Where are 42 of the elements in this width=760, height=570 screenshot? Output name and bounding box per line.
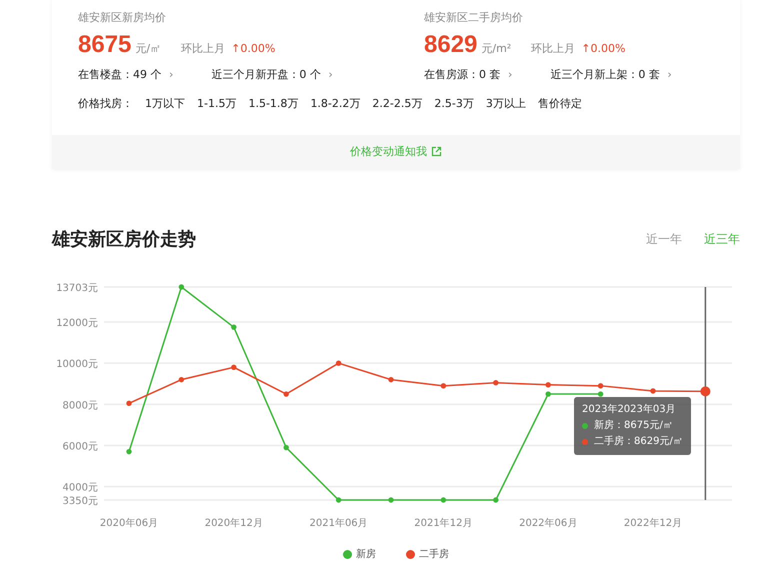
y-axis-label: 10000元 (56, 359, 98, 370)
average-price: 8675 (78, 31, 132, 59)
price-range-link[interactable]: 2.5-3万 (434, 96, 474, 111)
tooltip-value: 新房：8675元/㎡ (594, 418, 673, 433)
x-axis-label: 2020年06月 (100, 518, 158, 529)
y-axis-label: 8000元 (62, 400, 98, 412)
x-axis-label: 2020年12月 (204, 518, 263, 529)
price-range-link[interactable]: 3万以上 (486, 96, 526, 111)
tooltip-value: 二手房：8629元/㎡ (594, 434, 683, 449)
price-title: 雄安新区二手房均价 (424, 10, 524, 25)
y-axis-label: 12000元 (56, 318, 98, 330)
price-title: 雄安新区新房均价 (78, 10, 167, 25)
price-change: ↑0.00% (231, 42, 276, 55)
price-range-link[interactable]: 1万以下 (145, 96, 185, 111)
x-axis-label: 2022年06月 (519, 518, 578, 529)
listing-link[interactable]: 在售楼盘：49 个 › (78, 67, 174, 82)
y-axis-label: 4000元 (62, 482, 98, 494)
price-range-link[interactable]: 1.5-1.8万 (248, 96, 298, 111)
price-range-link[interactable]: 1-1.5万 (197, 96, 236, 111)
price-range-link[interactable]: 售价待定 (538, 96, 582, 111)
listing-link[interactable]: 近三个月新上架：0 套 › (550, 67, 672, 82)
price-unit: 元/m² (481, 41, 512, 56)
x-axis-label: 2022年12月 (624, 518, 682, 529)
legend-label[interactable]: 二手房 (419, 547, 449, 561)
compare-label: 环比上月 (181, 41, 226, 56)
x-axis-label: 2021年12月 (414, 518, 472, 529)
legend-label[interactable]: 新房 (356, 547, 376, 561)
listing-link[interactable]: 在售房源：0 套 › (424, 67, 512, 82)
price-range-link[interactable]: 1.8-2.2万 (310, 96, 360, 111)
y-axis-label: 13703元 (56, 283, 98, 294)
y-axis-label: 3350元 (62, 496, 98, 507)
average-price: 8629 (424, 31, 478, 59)
tooltip-title: 2023年2023年03月 (582, 403, 677, 417)
price-range-link[interactable]: 2.2-2.5万 (372, 96, 422, 111)
x-axis-label: 2021年06月 (310, 518, 368, 529)
y-axis-label: 6000元 (62, 441, 98, 452)
filter-label: 价格找房： (78, 96, 133, 111)
price-change: ↑0.00% (581, 42, 626, 55)
section-title: 雄安新区房价走势 (52, 228, 196, 251)
compare-label: 环比上月 (531, 41, 576, 56)
price-unit: 元/㎡ (135, 41, 162, 56)
listing-link[interactable]: 近三个月新开盘：0 个 › (211, 67, 333, 82)
